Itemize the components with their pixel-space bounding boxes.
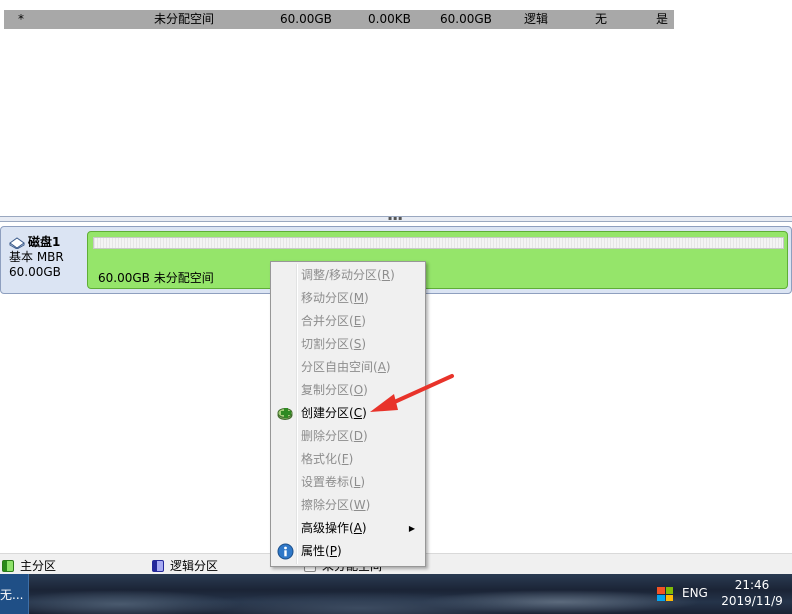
- menu-item-delete-partition[interactable]: 删除分区(D): [273, 425, 423, 448]
- menu-item-label: 擦除分区(: [301, 498, 354, 512]
- cell-status: 无: [595, 12, 608, 26]
- menu-item-shortcut: S: [353, 337, 362, 351]
- menu-item-shortcut: L: [353, 475, 361, 489]
- cell-capacity: 60.00GB: [280, 12, 332, 26]
- menu-item-label: 移动分区(: [301, 291, 354, 305]
- menu-item-wipe-partition[interactable]: 擦除分区(W): [273, 494, 423, 517]
- cell-used: 0.00KB: [368, 12, 411, 26]
- create-partition-icon: [277, 408, 293, 420]
- menu-item-shortcut: M: [353, 291, 365, 305]
- primary-partition-swatch: [2, 559, 14, 572]
- disk-name: 磁盘1: [28, 235, 61, 249]
- cell-type: 逻辑: [524, 12, 549, 26]
- action-center-flag-icon[interactable]: [657, 587, 673, 601]
- disk-type: 基本 MBR: [9, 250, 64, 264]
- annotation-arrow-icon: [370, 374, 454, 412]
- menu-item-resize-move[interactable]: 调整/移动分区(R): [273, 264, 423, 287]
- menu-item-label: 格式化(: [301, 452, 342, 466]
- menu-item-move[interactable]: 移动分区(M): [273, 287, 423, 310]
- taskbar: 无... ENG 21:46 2019/11/9: [0, 574, 792, 614]
- legend-logical-label: 逻辑分区: [170, 559, 219, 573]
- legend-logical: 逻辑分区: [152, 557, 218, 574]
- taskbar-app-label: 无...: [0, 588, 24, 602]
- menu-item-shortcut: W: [353, 498, 366, 512]
- menu-item-set-label[interactable]: 设置卷标(L): [273, 471, 423, 494]
- cell-partition: *: [18, 12, 24, 26]
- menu-item-label: 创建分区(: [301, 406, 354, 420]
- cell-filesystem: 未分配空间: [154, 12, 215, 26]
- menu-item-label: 删除分区(: [301, 429, 354, 443]
- menu-item-properties[interactable]: 属性(P): [273, 540, 423, 563]
- menu-item-label: 设置卷标(: [301, 475, 354, 489]
- logical-partition-swatch: [152, 559, 164, 572]
- partition-table-row[interactable]: * 未分配空间 60.00GB 0.00KB 60.00GB 逻辑 无 是: [4, 10, 674, 29]
- disk-icon: [9, 236, 25, 249]
- menu-item-merge[interactable]: 合并分区(E): [273, 310, 423, 333]
- splitter-grip[interactable]: ▪▪▪: [388, 216, 408, 222]
- menu-item-label: 切割分区(: [301, 337, 354, 351]
- info-icon: [277, 543, 294, 560]
- input-language-indicator[interactable]: ENG: [682, 586, 708, 600]
- menu-item-format[interactable]: 格式化(F): [273, 448, 423, 471]
- partition-usage-bar: [93, 237, 784, 249]
- disk-size: 60.00GB: [9, 265, 61, 279]
- taskbar-wallpaper: [0, 574, 792, 614]
- cell-free: 60.00GB: [440, 12, 492, 26]
- menu-item-shortcut: D: [353, 429, 363, 443]
- taskbar-app-button[interactable]: 无...: [0, 574, 29, 614]
- menu-item-shortcut: F: [341, 452, 349, 466]
- legend-primary: 主分区: [2, 557, 56, 574]
- menu-item-advanced[interactable]: 高级操作(A) ▶: [273, 517, 423, 540]
- menu-item-label: 调整/移动分区(: [301, 268, 382, 282]
- menu-item-shortcut: E: [353, 314, 362, 328]
- legend-primary-label: 主分区: [20, 559, 57, 573]
- system-clock[interactable]: 21:46 2019/11/9: [720, 577, 784, 609]
- menu-item-label: 高级操作(: [301, 521, 354, 535]
- menu-item-label: 复制分区(: [301, 383, 354, 397]
- menu-item-shortcut: P: [329, 544, 337, 558]
- partition-label: 60.00GB 未分配空间: [98, 271, 214, 285]
- unallocated-partition-block[interactable]: 60.00GB 未分配空间: [87, 231, 788, 289]
- menu-item-split[interactable]: 切割分区(S): [273, 333, 423, 356]
- menu-item-label: 属性(: [301, 544, 330, 558]
- disk-info[interactable]: 磁盘1 基本 MBR 60.00GB: [9, 235, 84, 280]
- cell-flag: 是: [656, 12, 669, 26]
- menu-item-shortcut: R: [381, 268, 391, 282]
- menu-item-shortcut: A: [353, 521, 362, 535]
- clock-date: 2019/11/9: [721, 594, 783, 608]
- menu-item-label: 合并分区(: [301, 314, 354, 328]
- submenu-arrow-icon: ▶: [408, 524, 415, 533]
- pane-splitter[interactable]: ▪▪▪: [0, 216, 792, 222]
- clock-time: 21:46: [734, 578, 770, 592]
